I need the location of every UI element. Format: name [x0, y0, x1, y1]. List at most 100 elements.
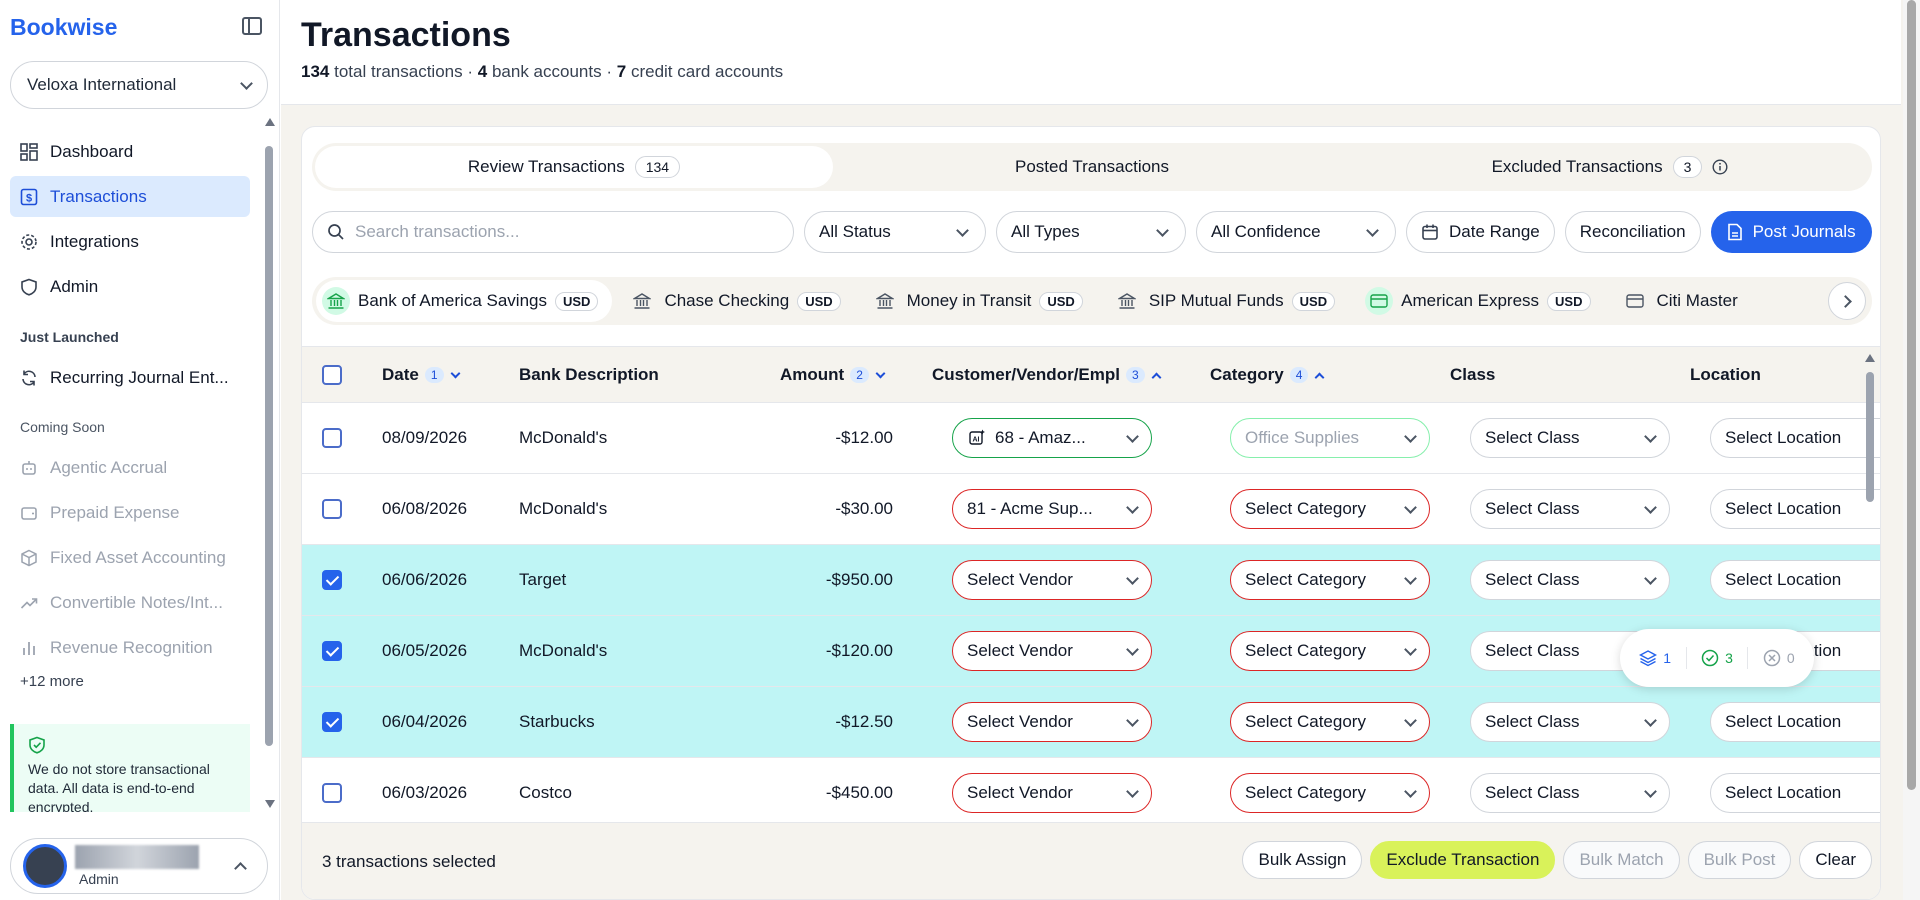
date-range-button[interactable]: Date Range — [1406, 211, 1555, 253]
chevron-down-icon — [1644, 571, 1657, 585]
user-menu[interactable]: Admin — [10, 838, 268, 894]
accounts-scroll-right-button[interactable] — [1828, 282, 1866, 320]
location-select-value: Select Location — [1725, 428, 1842, 447]
table-row[interactable]: 06/06/2026 Target -$950.00 Select Vendor Sel… — [302, 545, 1880, 616]
vendor-select[interactable]: 81 - Acme Sup... — [952, 489, 1152, 529]
exclude-transaction-button[interactable]: Exclude Transaction — [1370, 841, 1556, 879]
tab-label: Review Transactions — [467, 157, 625, 176]
bulk-post-button[interactable]: Bulk Post — [1687, 841, 1792, 879]
column-header-location[interactable]: Location — [1690, 347, 1761, 403]
category-select[interactable]: Select Category — [1230, 702, 1430, 742]
vendor-select-value: 81 - Acme Sup... — [967, 499, 1093, 518]
brand-logo[interactable]: Bookwise — [10, 14, 117, 41]
vendor-select[interactable]: AI 68 - Amaz... — [952, 418, 1152, 458]
vendor-select[interactable]: Select Vendor — [952, 560, 1152, 600]
page-scroll-thumb[interactable] — [1907, 0, 1916, 790]
table-row[interactable]: 06/04/2026 Starbucks -$12.50 Select Vendor S… — [302, 687, 1880, 758]
row-checkbox[interactable] — [322, 712, 342, 732]
table-scrollbar[interactable] — [1864, 232, 1876, 692]
account-tab-citi-master[interactable]: Citi Master — [1615, 280, 1752, 322]
tab-review-transactions[interactable]: Review Transactions 134 — [315, 146, 833, 188]
tab-excluded-transactions[interactable]: Excluded Transactions 3 — [1351, 146, 1869, 188]
clear-selection-button[interactable]: Clear — [1799, 841, 1872, 879]
class-cell: Select Class — [1470, 474, 1670, 544]
category-select[interactable]: Office Supplies — [1230, 418, 1430, 458]
page-scrollbar[interactable] — [1903, 0, 1920, 900]
scroll-up-arrow-icon[interactable] — [1865, 354, 1875, 362]
shield-check-icon — [29, 736, 45, 754]
scroll-down-arrow-icon[interactable] — [265, 800, 275, 808]
class-select[interactable]: Select Class — [1470, 702, 1670, 742]
confidence-filter[interactable]: All Confidence — [1196, 211, 1396, 253]
column-header-customer[interactable]: Customer/Vendor/Empl 3 — [932, 347, 1162, 403]
account-tab-bank-of-america-savings[interactable]: Bank of America Savings USD — [316, 280, 613, 322]
class-select[interactable]: Select Class — [1470, 418, 1670, 458]
sidebar-toggle-icon[interactable] — [242, 17, 262, 35]
category-select[interactable]: Select Category — [1230, 489, 1430, 529]
column-header-description[interactable]: Bank Description — [519, 347, 659, 403]
cc-count: 7 — [616, 62, 627, 81]
search-box[interactable] — [312, 211, 794, 253]
main-content: Transactions 134 total transactions · 4 … — [281, 0, 1920, 900]
location-select[interactable]: Select Location — [1710, 702, 1880, 742]
search-input[interactable] — [355, 222, 755, 242]
column-header-amount[interactable]: Amount 2 — [780, 347, 886, 403]
account-tab-chase-checking[interactable]: Chase Checking USD — [622, 280, 854, 322]
sidebar-item-dashboard[interactable]: Dashboard — [10, 131, 250, 172]
vendor-select[interactable]: Select Vendor — [952, 773, 1152, 813]
class-select[interactable]: Select Class — [1470, 773, 1670, 813]
post-journals-button[interactable]: Post Journals — [1710, 211, 1872, 253]
bulk-actions: Bulk Assign Exclude Transaction Bulk Mat… — [1242, 841, 1872, 879]
account-name: American Express — [1401, 291, 1540, 310]
scroll-up-arrow-icon[interactable] — [265, 118, 275, 126]
org-selector[interactable]: Veloxa International — [10, 61, 268, 109]
sidebar-item-integrations[interactable]: Integrations — [10, 221, 250, 262]
row-checkbox[interactable] — [322, 641, 342, 661]
class-select[interactable]: Select Class — [1470, 560, 1670, 600]
table-row[interactable]: 06/08/2026 McDonald's -$30.00 81 - Acme Sup… — [302, 474, 1880, 545]
column-header-category[interactable]: Category 4 — [1210, 347, 1325, 403]
table-row[interactable]: 06/03/2026 Costco -$450.00 Select Vendor Sel… — [302, 758, 1880, 822]
more-features-link[interactable]: +12 more — [10, 666, 84, 696]
bulk-match-button[interactable]: Bulk Match — [1563, 841, 1680, 879]
location-select-value: Select Location — [1725, 712, 1842, 731]
sidebar-item-transactions[interactable]: $ Transactions — [10, 176, 250, 217]
class-select[interactable]: Select Class — [1470, 489, 1670, 529]
row-checkbox[interactable] — [322, 783, 342, 803]
review-stats-widget[interactable]: 1 3 0 — [1620, 629, 1814, 687]
vendor-select[interactable]: Select Vendor — [952, 702, 1152, 742]
vendor-select[interactable]: Select Vendor — [952, 631, 1152, 671]
category-select[interactable]: Select Category — [1230, 773, 1430, 813]
type-filter[interactable]: All Types — [996, 211, 1186, 253]
row-checkbox[interactable] — [322, 570, 342, 590]
location-cell: Select Location — [1710, 758, 1880, 822]
row-checkbox[interactable] — [322, 428, 342, 448]
location-select[interactable]: Select Location — [1710, 489, 1880, 529]
tab-posted-transactions[interactable]: Posted Transactions — [833, 146, 1351, 188]
sidebar-scrollbar[interactable] — [265, 118, 275, 808]
category-select[interactable]: Select Category — [1230, 560, 1430, 600]
sidebar-scroll-thumb[interactable] — [265, 146, 273, 746]
column-header-class[interactable]: Class — [1450, 347, 1495, 403]
sort-desc-icon — [450, 368, 460, 378]
reconciliation-button[interactable]: Reconciliation — [1564, 211, 1701, 253]
status-filter[interactable]: All Status — [804, 211, 986, 253]
account-tab-american-express[interactable]: American Express USD — [1359, 280, 1604, 322]
location-select[interactable]: Select Location — [1710, 773, 1880, 813]
sidebar-item-admin[interactable]: Admin — [10, 266, 250, 307]
info-icon[interactable] — [1712, 159, 1728, 175]
table-row[interactable]: 08/09/2026 McDonald's -$12.00 AI 68 - Amaz..… — [302, 403, 1880, 474]
bulk-assign-button[interactable]: Bulk Assign — [1242, 841, 1363, 879]
row-checkbox[interactable] — [322, 499, 342, 519]
account-tab-sip-mutual-funds[interactable]: SIP Mutual Funds USD — [1107, 280, 1349, 322]
class-select-value: Select Class — [1485, 499, 1580, 518]
page-title: Transactions — [301, 16, 511, 54]
category-select[interactable]: Select Category — [1230, 631, 1430, 671]
sidebar-item-recurring-journal[interactable]: Recurring Journal Ent... — [10, 357, 250, 398]
select-all-checkbox[interactable] — [322, 365, 342, 385]
account-tab-money-in-transit[interactable]: Money in Transit USD — [865, 280, 1097, 322]
column-header-date[interactable]: Date 1 — [382, 347, 460, 403]
table-scroll-thumb[interactable] — [1866, 372, 1874, 502]
location-select[interactable]: Select Location — [1710, 418, 1880, 458]
location-select[interactable]: Select Location — [1710, 560, 1880, 600]
